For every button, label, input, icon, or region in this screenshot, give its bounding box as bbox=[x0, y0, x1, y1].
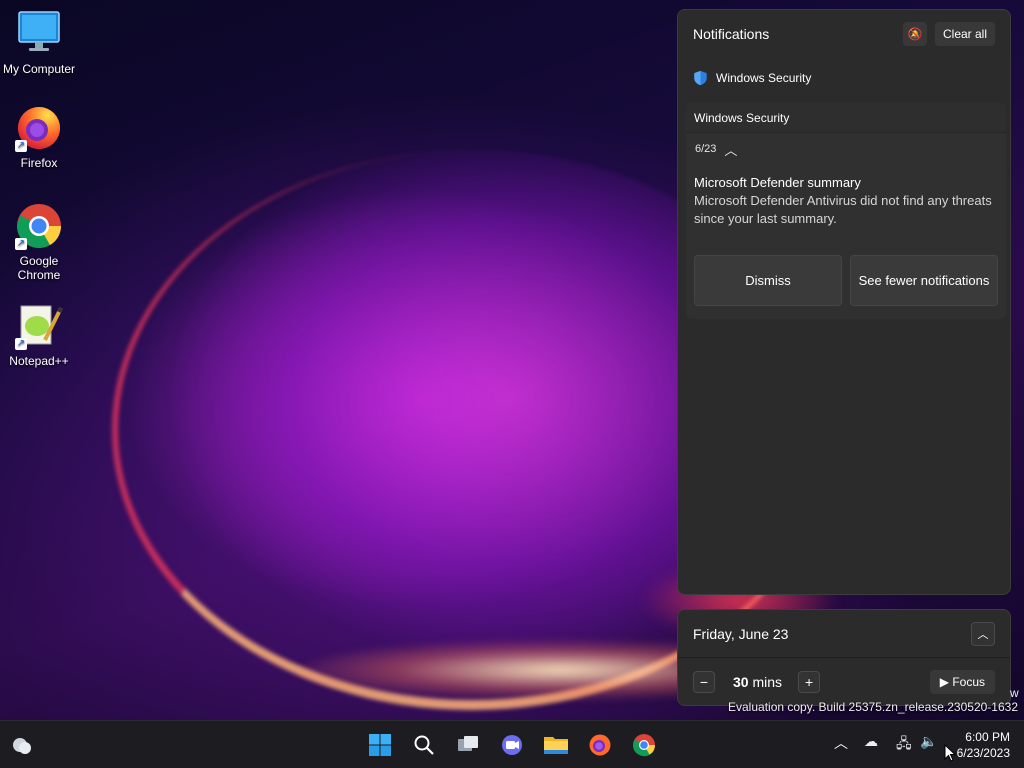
windows-logo-icon bbox=[369, 734, 391, 756]
focus-button[interactable]: ▶ Focus bbox=[929, 670, 995, 694]
desktop-icon-label: My Computer bbox=[2, 62, 76, 76]
firefox-icon: ↗ bbox=[15, 104, 63, 152]
folder-icon bbox=[544, 737, 568, 754]
chevron-up-icon[interactable]: ︿ bbox=[971, 621, 995, 646]
shortcut-arrow-icon: ↗ bbox=[15, 140, 27, 152]
notification-title: Notifications bbox=[693, 26, 770, 42]
watermark-edge-text: w bbox=[1010, 686, 1019, 700]
desktop-icon-my-computer[interactable]: My Computer bbox=[0, 10, 78, 76]
desktop-icon-google-chrome[interactable]: ↗ Google Chrome bbox=[0, 202, 78, 282]
chevron-up-icon[interactable]: ︿ bbox=[724, 140, 737, 159]
notification-app-name: Windows Security bbox=[716, 71, 812, 85]
focus-minutes: 30 bbox=[733, 674, 749, 690]
evaluation-watermark: Evaluation copy. Build 25375.zn_release.… bbox=[728, 700, 1018, 714]
monitor-icon bbox=[15, 10, 63, 58]
notification-app-row[interactable]: Windows Security bbox=[678, 58, 1010, 98]
shortcut-arrow-icon: ↗ bbox=[15, 238, 27, 250]
desktop-icon-label: Firefox bbox=[20, 156, 58, 170]
notification-date: 6/23 bbox=[695, 143, 717, 155]
chrome-icon bbox=[633, 734, 655, 757]
clock-time: 6:00 PM bbox=[965, 730, 1010, 744]
file-explorer-button[interactable] bbox=[540, 729, 572, 761]
notification-header: Notifications 🔕 Clear all bbox=[678, 10, 1010, 58]
focus-button-label: Focus bbox=[952, 675, 985, 689]
volume-icon[interactable]: 🔈 bbox=[920, 733, 937, 750]
taskbar-clock[interactable]: 6:00 PM 6/23/2023 bbox=[957, 729, 1010, 761]
mouse-cursor-icon bbox=[944, 744, 956, 762]
widgets-button[interactable] bbox=[6, 729, 38, 761]
bell-snooze-icon: 🔕 bbox=[907, 27, 923, 41]
clear-all-button[interactable]: Clear all bbox=[934, 22, 995, 46]
decrease-focus-button[interactable]: − bbox=[693, 671, 715, 693]
calendar-flyout: Friday, June 23 ︿ − 30 mins + ▶ Focus bbox=[677, 609, 1011, 706]
notification-actions: Dismiss See fewer notifications bbox=[694, 255, 998, 306]
chat-button[interactable] bbox=[496, 729, 528, 761]
notification-date-row[interactable]: 6/23 ︿ bbox=[686, 133, 1006, 165]
shortcut-arrow-icon: ↗ bbox=[15, 338, 27, 350]
network-icon[interactable]: 🖧 bbox=[896, 733, 912, 757]
firefox-icon bbox=[589, 734, 611, 756]
show-hidden-icons-chevron-icon[interactable]: ︿ bbox=[834, 733, 848, 753]
search-icon bbox=[414, 735, 434, 755]
notification-card-title: Microsoft Defender summary bbox=[694, 175, 861, 190]
see-fewer-notifications-button[interactable]: See fewer notifications bbox=[850, 255, 998, 306]
task-view-button[interactable] bbox=[452, 729, 484, 761]
desktop-icon-firefox[interactable]: ↗ Firefox bbox=[0, 104, 78, 170]
task-view-icon bbox=[458, 736, 478, 751]
increase-focus-button[interactable]: + bbox=[798, 671, 821, 693]
taskbar-chrome-button[interactable] bbox=[628, 729, 660, 761]
play-icon: ▶ bbox=[939, 675, 949, 689]
shield-icon bbox=[694, 70, 707, 86]
taskbar: ︿ ☁ 🖧 🔈 6:00 PM 6/23/2023 bbox=[0, 720, 1024, 768]
clock-date: 6/23/2023 bbox=[956, 746, 1010, 760]
do-not-disturb-button[interactable]: 🔕 bbox=[902, 22, 927, 46]
calendar-date-label: Friday, June 23 bbox=[693, 625, 789, 642]
notification-group: Windows Security 6/23 ︿ Microsoft Defend… bbox=[686, 103, 1006, 319]
dismiss-button[interactable]: Dismiss bbox=[694, 255, 842, 306]
taskbar-firefox-button[interactable] bbox=[584, 729, 616, 761]
search-button[interactable] bbox=[408, 729, 440, 761]
focus-row: − 30 mins + ▶ Focus bbox=[678, 658, 1010, 706]
start-button[interactable] bbox=[364, 729, 396, 761]
calendar-header: Friday, June 23 ︿ bbox=[678, 610, 1010, 658]
chrome-icon: ↗ bbox=[15, 202, 63, 250]
notification-center: Notifications 🔕 Clear all Windows Securi… bbox=[677, 9, 1011, 595]
onedrive-offline-icon[interactable]: ☁ bbox=[864, 733, 878, 750]
notification-card-body: Microsoft Defender Antivirus did not fin… bbox=[694, 193, 992, 226]
desktop-icon-label: Notepad++ bbox=[9, 354, 69, 368]
notification-group-header: Windows Security bbox=[686, 103, 1006, 133]
desktop-icon-label: Google Chrome bbox=[17, 254, 61, 282]
chat-icon bbox=[502, 735, 522, 755]
notepadpp-icon: ↗ bbox=[15, 302, 63, 350]
focus-duration: 30 mins bbox=[733, 674, 782, 690]
desktop-icon-notepadpp[interactable]: ↗ Notepad++ bbox=[0, 302, 78, 368]
weather-cloud-icon bbox=[13, 738, 31, 754]
focus-unit: mins bbox=[752, 674, 783, 690]
